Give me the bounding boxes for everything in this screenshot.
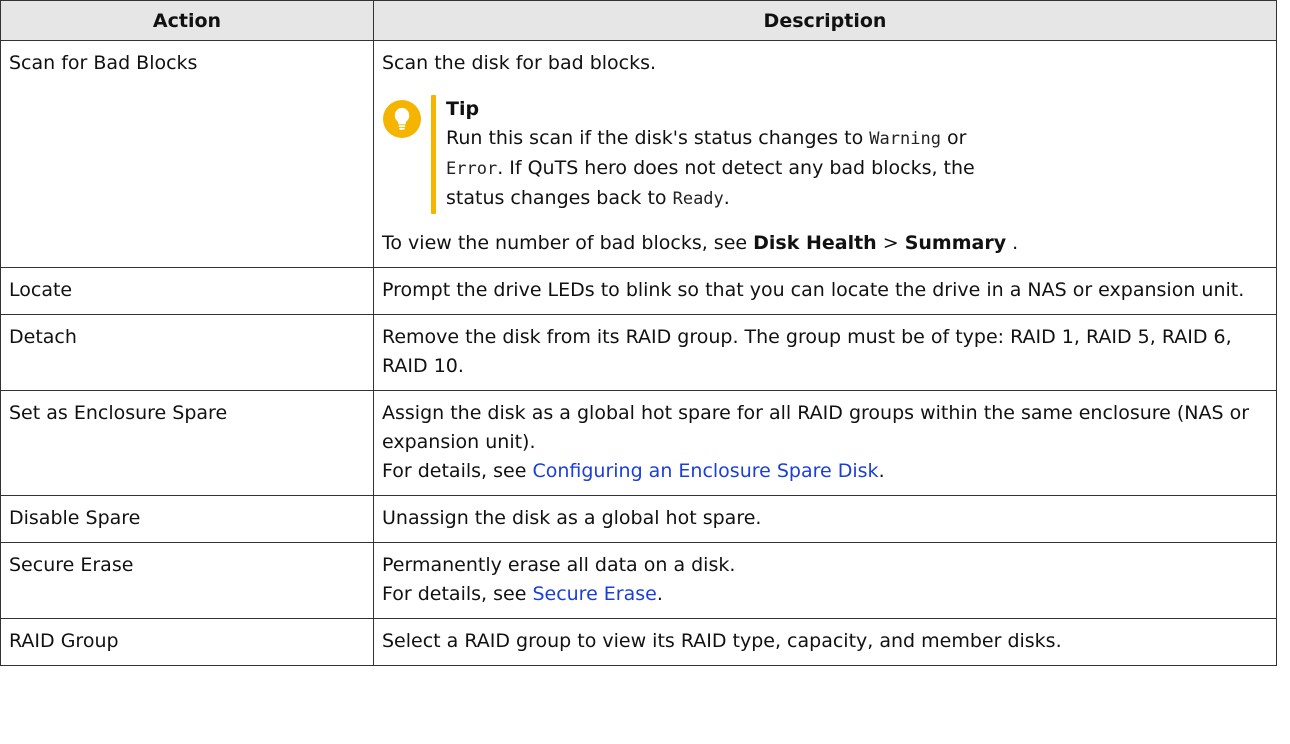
description-cell: Remove the disk from its RAID group. The…	[373, 314, 1277, 391]
action-cell: Set as Enclosure Spare	[0, 390, 374, 496]
actions-table: Action Description Scan for Bad Blocks S…	[0, 0, 1277, 666]
action-cell: Detach	[0, 314, 374, 391]
action-cell: Secure Erase	[0, 542, 374, 619]
status-code: Warning	[869, 129, 941, 149]
ui-path-separator: >	[876, 232, 905, 254]
details-text: .	[878, 460, 885, 482]
action-cell: Disable Spare	[0, 495, 374, 543]
link-configuring-enclosure-spare[interactable]: Configuring an Enclosure Spare Disk	[532, 460, 878, 482]
header-action: Action	[0, 0, 374, 41]
ui-path-disk-health: Disk Health	[753, 232, 877, 254]
header-description: Description	[373, 0, 1277, 41]
action-cell: Scan for Bad Blocks	[0, 40, 374, 268]
status-code: Error	[446, 159, 498, 179]
ui-path-summary: Summary	[904, 232, 1007, 254]
details-line: For details, see Configuring an Enclosur…	[382, 457, 1268, 486]
table-row: Disable Spare Unassign the disk as a glo…	[0, 495, 1277, 543]
description-cell: Prompt the drive LEDs to blink so that y…	[373, 267, 1277, 315]
description-cell: Assign the disk as a global hot spare fo…	[373, 390, 1277, 496]
link-secure-erase[interactable]: Secure Erase	[532, 583, 656, 605]
description-cell: Unassign the disk as a global hot spare.	[373, 495, 1277, 543]
description-text: Assign the disk as a global hot spare fo…	[382, 402, 1250, 453]
action-cell: RAID Group	[0, 618, 374, 666]
description-text: Scan the disk for bad blocks.	[382, 52, 657, 74]
tip-accent-bar	[431, 95, 436, 214]
description-cell: Scan the disk for bad blocks. Tip Run th…	[373, 40, 1277, 268]
table-row: Scan for Bad Blocks Scan the disk for ba…	[0, 40, 1277, 268]
table-row: Detach Remove the disk from its RAID gro…	[0, 314, 1277, 391]
tip-callout: Tip Run this scan if the disk's status c…	[382, 95, 1268, 214]
lightbulb-icon	[383, 100, 421, 138]
table-row: RAID Group Select a RAID group to view i…	[0, 618, 1277, 666]
details-text: For details, see	[382, 460, 533, 482]
table-row: Locate Prompt the drive LEDs to blink so…	[0, 267, 1277, 315]
description-footer: To view the number of bad blocks, see Di…	[382, 229, 1268, 258]
details-text: .	[656, 583, 663, 605]
footer-text: To view the number of bad blocks, see	[382, 232, 754, 254]
description-cell: Select a RAID group to view its RAID typ…	[373, 618, 1277, 666]
table-row: Set as Enclosure Spare Assign the disk a…	[0, 390, 1277, 496]
table-row: Secure Erase Permanently erase all data …	[0, 542, 1277, 619]
header-row: Action Description	[0, 0, 1277, 41]
description-cell: Permanently erase all data on a disk. Fo…	[373, 542, 1277, 619]
tip-text-part: or	[940, 127, 967, 149]
tip-title: Tip	[446, 98, 480, 120]
tip-text-part: .	[723, 187, 730, 209]
description-text: Permanently erase all data on a disk.	[382, 554, 736, 576]
status-code: Ready	[672, 189, 724, 209]
footer-text: .	[1006, 232, 1019, 254]
tip-text: Run this scan if the disk's status chang…	[446, 124, 1268, 214]
tip-body: Tip Run this scan if the disk's status c…	[446, 95, 1268, 214]
tip-text-part: Run this scan if the disk's status chang…	[446, 127, 870, 149]
details-line: For details, see Secure Erase.	[382, 580, 1268, 609]
details-text: For details, see	[382, 583, 533, 605]
action-cell: Locate	[0, 267, 374, 315]
